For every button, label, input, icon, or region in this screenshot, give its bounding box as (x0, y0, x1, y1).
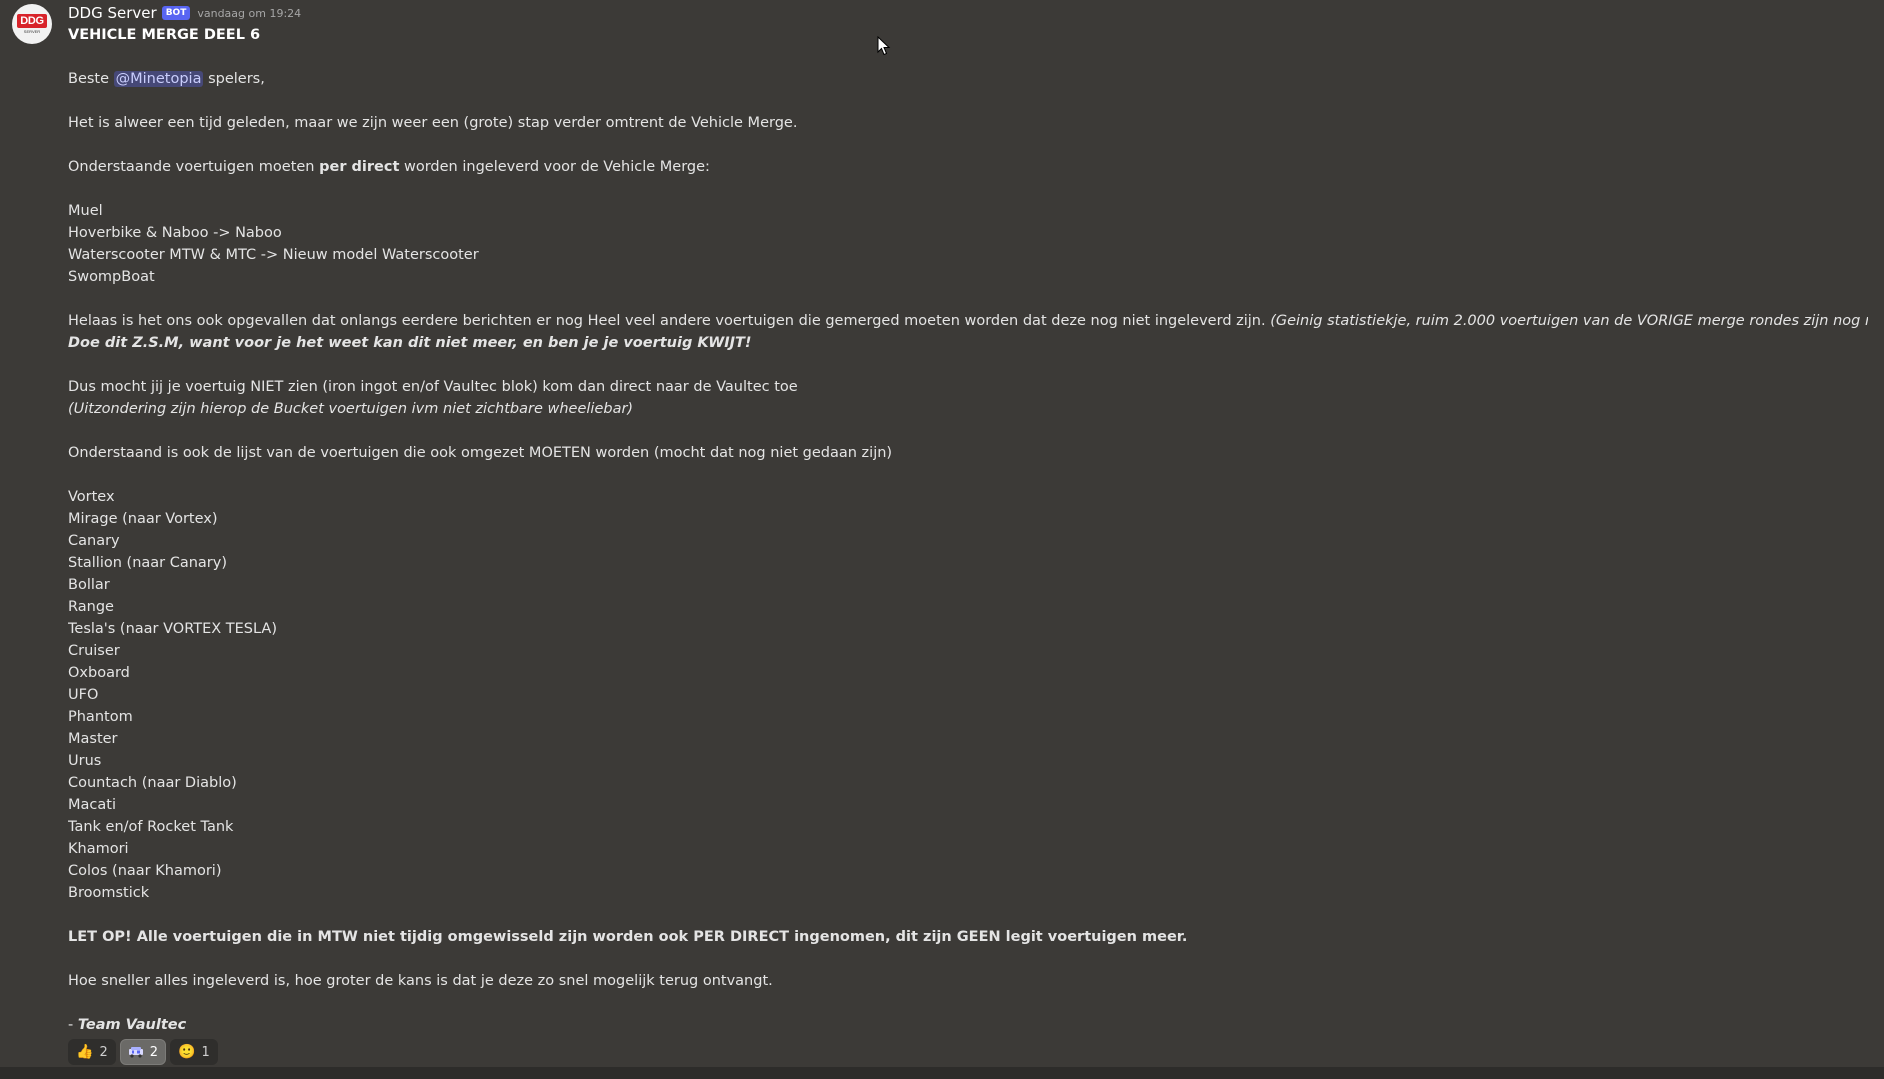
list-item: Mirage (naar Vortex) (68, 511, 218, 527)
reaction-count: 1 (201, 1044, 210, 1060)
signature-line: - Team Vaultec (68, 1014, 1868, 1036)
avatar[interactable]: DDG SERVER (12, 4, 52, 44)
reaction-thumbs-up[interactable]: 👍 2 (68, 1039, 116, 1065)
list-item: Macati (68, 797, 116, 813)
reaction-smiley[interactable]: 🙂 1 (170, 1039, 218, 1065)
signature-dash: - (68, 1017, 78, 1033)
list-item: UFO (68, 687, 99, 703)
list-item: Waterscooter MTW & MTC -> Nieuw model Wa… (68, 247, 479, 263)
list-item: Tank en/of Rocket Tank (68, 819, 234, 835)
role-mention[interactable]: @Minetopia (113, 71, 204, 87)
list-item: Broomstick (68, 885, 150, 901)
instruction-line: Onderstaande voertuigen moeten per direc… (68, 156, 1868, 178)
list-item: Cruiser (68, 643, 120, 659)
message-header: DDG Server BOT vandaag om 19:24 (68, 2, 1868, 24)
notice-line: Helaas is het ons ook opgevallen dat onl… (68, 310, 1868, 332)
signature-name: Team Vaultec (77, 1017, 187, 1033)
list-item: Khamori (68, 841, 129, 857)
bottom-scroll-area (0, 1067, 1884, 1079)
greeting-prefix: Beste (68, 71, 114, 87)
warning-line: LET OP! Alle voertuigen die in MTW niet … (68, 929, 1188, 945)
message-title: VEHICLE MERGE DEEL 6 (68, 27, 261, 43)
greeting-line: Beste @Minetopia spelers, (68, 68, 1868, 90)
message-timestamp[interactable]: vandaag om 19:24 (197, 7, 301, 20)
reaction-custom-vehicle[interactable]: 2 (119, 1039, 166, 1065)
list-item: Urus (68, 753, 102, 769)
list-item: Stallion (naar Canary) (68, 555, 228, 571)
notice-text: Helaas is het ons ook opgevallen dat onl… (68, 313, 1271, 329)
list-item: Countach (naar Diablo) (68, 775, 237, 791)
convert-vehicle-list: Vortex Mirage (naar Vortex) Canary Stall… (68, 486, 1868, 904)
reaction-count: 2 (99, 1044, 108, 1060)
list-item: Oxboard (68, 665, 130, 681)
bot-badge: BOT (161, 6, 191, 20)
avatar-logo: DDG (17, 14, 47, 28)
smiley-face-icon: 🙂 (178, 1044, 196, 1060)
list-item: Muel (68, 203, 103, 219)
instruction-prefix: Onderstaande voertuigen moeten (68, 159, 320, 175)
notice-italic: (Geinig statistiekje, ruim 2.000 voertui… (1270, 313, 1868, 329)
reactions-bar: 👍 2 2 🙂 1 (68, 1039, 1868, 1065)
list-item: Bollar (68, 577, 110, 593)
list-item: Phantom (68, 709, 133, 725)
author-name[interactable]: DDG Server (68, 4, 157, 22)
closing-line: Hoe sneller alles ingeleverd is, hoe gro… (68, 973, 773, 989)
exception-line: (Uitzondering zijn hierop de Bucket voer… (68, 401, 634, 417)
list-item: Colos (naar Khamori) (68, 863, 222, 879)
chat-message: DDG SERVER DDG Server BOT vandaag om 19:… (0, 0, 1884, 1067)
custom-vehicle-emoji-icon (128, 1046, 144, 1058)
instruction-suffix: worden ingeleverd voor de Vehicle Merge: (399, 159, 710, 175)
intro-line: Het is alweer een tijd geleden, maar we … (68, 115, 798, 131)
list-item: Canary (68, 533, 120, 549)
mouse-pointer-icon (877, 36, 891, 56)
message-body: VEHICLE MERGE DEEL 6 Beste @Minetopia sp… (68, 24, 1868, 1036)
greeting-suffix: spelers, (203, 71, 265, 87)
instruction-bold: per direct (319, 159, 400, 175)
list-intro-line: Onderstaand is ook de lijst van de voert… (68, 445, 893, 461)
reaction-count: 2 (149, 1044, 158, 1060)
avatar-subtext: SERVER (23, 29, 41, 34)
direct-vehicle-list: Muel Hoverbike & Naboo -> Naboo Watersco… (68, 200, 1868, 288)
message-content: DDG Server BOT vandaag om 19:24 VEHICLE … (68, 0, 1868, 1065)
vaultec-line: Dus mocht jij je voertuig NIET zien (iro… (68, 379, 798, 395)
list-item: Vortex (68, 489, 115, 505)
list-item: SwompBoat (68, 269, 155, 285)
urgent-line: Doe dit Z.S.M, want voor je het weet kan… (68, 335, 752, 351)
list-item: Hoverbike & Naboo -> Naboo (68, 225, 282, 241)
thumbs-up-icon: 👍 (76, 1044, 94, 1060)
list-item: Tesla's (naar VORTEX TESLA) (68, 621, 277, 637)
list-item: Range (68, 599, 114, 615)
list-item: Master (68, 731, 118, 747)
